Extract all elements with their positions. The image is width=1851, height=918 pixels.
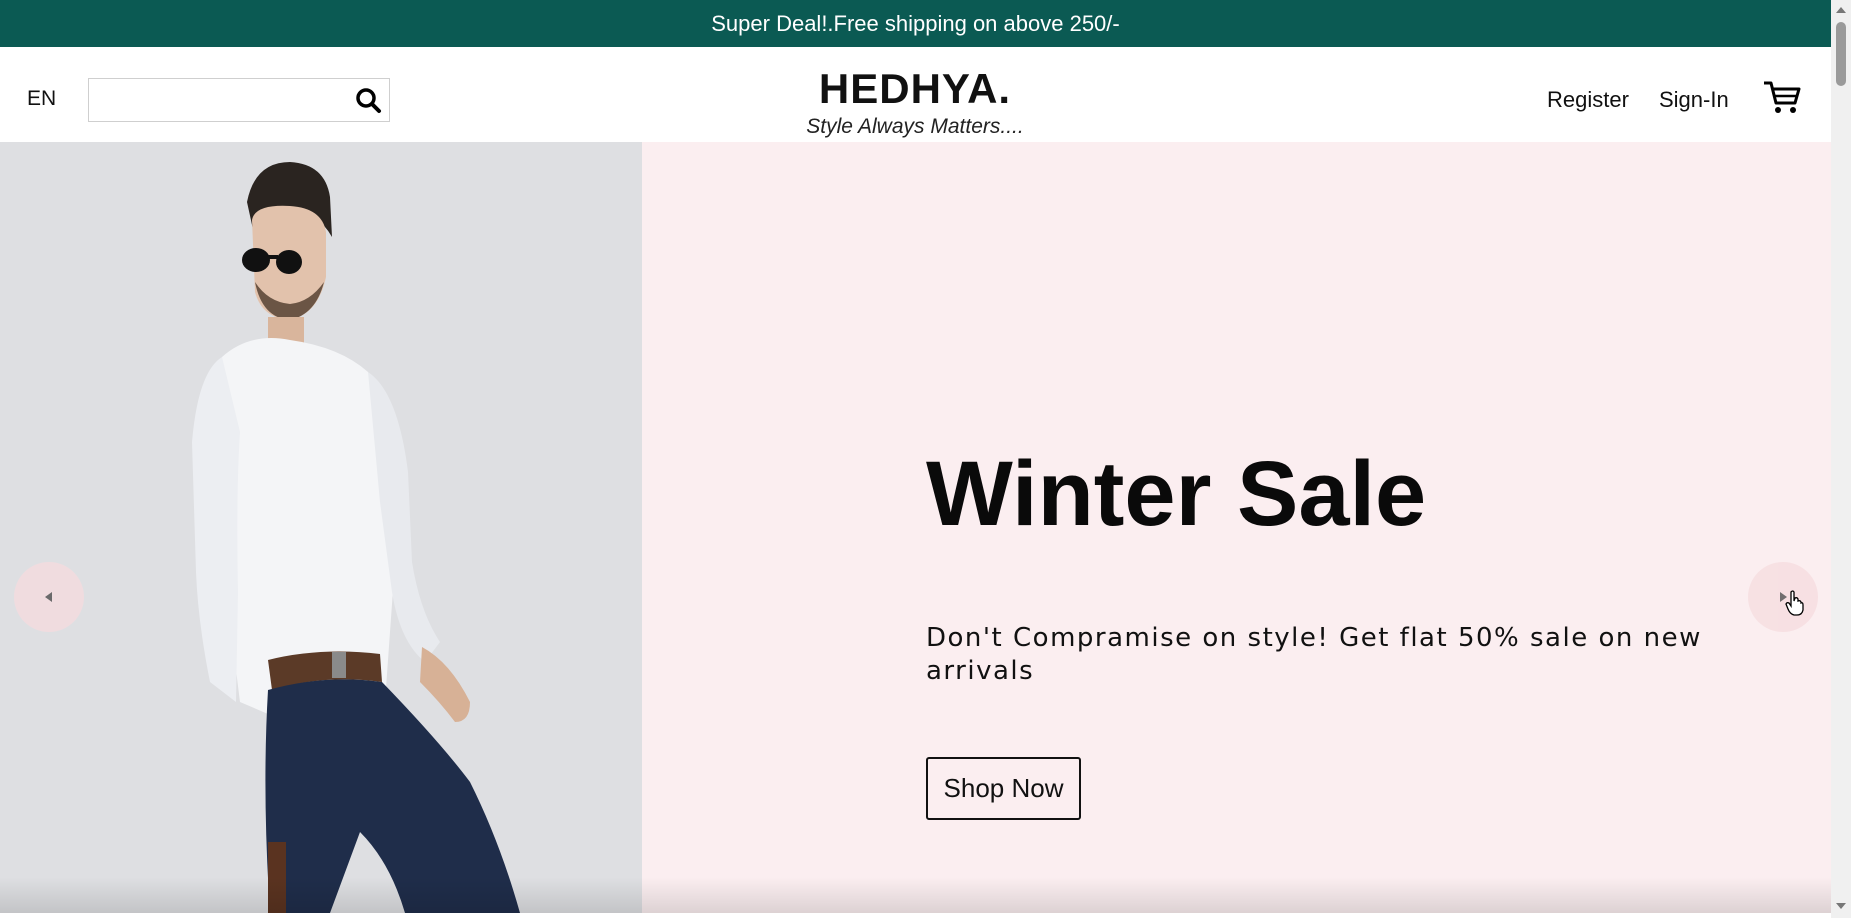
hero-image bbox=[0, 142, 642, 913]
hero-title: Winter Sale bbox=[926, 443, 1427, 545]
site-logo[interactable]: HEDHYA. bbox=[760, 65, 1070, 113]
signin-link[interactable]: Sign-In bbox=[1659, 87, 1729, 113]
shop-now-button[interactable]: Shop Now bbox=[926, 757, 1081, 820]
search-button[interactable] bbox=[353, 85, 385, 115]
arrow-left-icon bbox=[45, 592, 52, 602]
carousel-next-button[interactable] bbox=[1748, 562, 1818, 632]
scroll-up-icon[interactable] bbox=[1835, 4, 1847, 16]
carousel-prev-button[interactable] bbox=[14, 562, 84, 632]
hand-cursor-icon bbox=[1785, 590, 1804, 616]
hero-banner: Winter Sale Don't Compramise on style! G… bbox=[0, 142, 1831, 913]
site-tagline: Style Always Matters.... bbox=[806, 115, 1024, 138]
search-icon bbox=[356, 88, 381, 113]
scrollbar-thumb[interactable] bbox=[1836, 22, 1846, 86]
search-input[interactable] bbox=[89, 79, 359, 120]
search-bar bbox=[88, 78, 390, 122]
top-navbar: EN HEDHYA. Style Always Matters.... Regi… bbox=[0, 47, 1831, 142]
cart-icon bbox=[1764, 81, 1801, 113]
language-selector[interactable]: EN bbox=[27, 87, 56, 111]
register-link[interactable]: Register bbox=[1547, 87, 1629, 113]
announcement-text: Super Deal!.Free shipping on above 250/- bbox=[711, 10, 1120, 36]
scroll-down-icon[interactable] bbox=[1835, 900, 1847, 912]
cart-button[interactable] bbox=[1762, 79, 1802, 115]
hero-description: Don't Compramise on style! Get flat 50% … bbox=[926, 623, 1702, 686]
announcement-bar: Super Deal!.Free shipping on above 250/- bbox=[0, 0, 1831, 47]
vertical-scrollbar[interactable] bbox=[1831, 0, 1851, 918]
